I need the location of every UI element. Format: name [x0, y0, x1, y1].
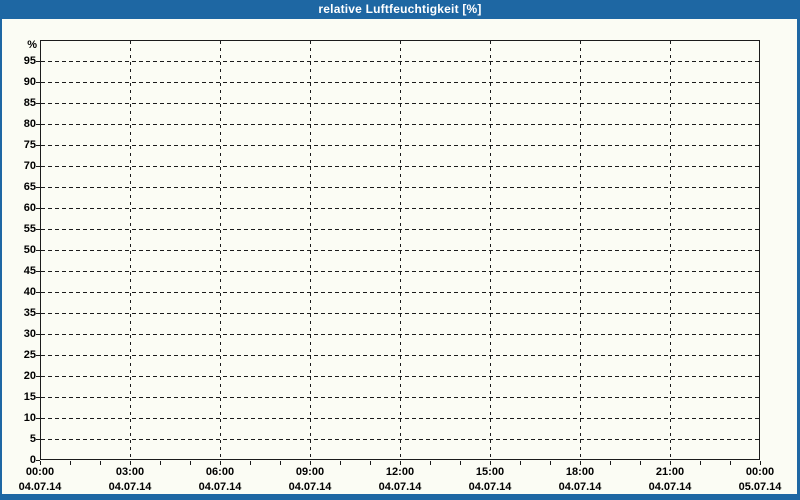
y-axis-unit-label: % [9, 39, 37, 51]
x-axis-tick [370, 461, 371, 465]
x-axis-tick [670, 461, 671, 465]
y-tick-label: 25 [8, 349, 36, 361]
y-axis-tick [36, 292, 40, 293]
y-axis-tick [36, 439, 40, 440]
x-time-label: 03:00 [108, 466, 152, 478]
v-gridline [220, 41, 221, 459]
x-axis-tick [220, 461, 221, 465]
x-axis-tick [100, 461, 101, 465]
y-tick-label: 0 [8, 454, 36, 466]
y-tick-label: 95 [8, 55, 36, 67]
x-time-label: 21:00 [648, 466, 692, 478]
x-axis-tick [280, 461, 281, 465]
v-gridline [400, 41, 401, 459]
v-gridline [580, 41, 581, 459]
x-axis-tick [460, 461, 461, 465]
x-time-label: 12:00 [378, 466, 422, 478]
x-axis-tick [250, 461, 251, 465]
x-time-label: 06:00 [198, 466, 242, 478]
x-date-label: 04.07.14 [460, 481, 520, 493]
x-date-label: 04.07.14 [280, 481, 340, 493]
frame-border-bottom [0, 494, 800, 500]
x-axis-tick [550, 461, 551, 465]
window-title: relative Luftfeuchtigkeit [%] [318, 2, 481, 16]
y-tick-label: 20 [8, 370, 36, 382]
y-tick-label: 45 [8, 265, 36, 277]
y-tick-label: 5 [8, 433, 36, 445]
x-axis-tick [580, 461, 581, 465]
y-tick-label: 80 [8, 118, 36, 130]
y-axis-tick [36, 145, 40, 146]
y-tick-label: 40 [8, 286, 36, 298]
y-tick-label: 55 [8, 223, 36, 235]
window-title-bar: relative Luftfeuchtigkeit [%] [0, 0, 800, 19]
y-axis-tick [36, 61, 40, 62]
x-axis-tick [610, 461, 611, 465]
x-time-label: 18:00 [558, 466, 602, 478]
x-axis-tick [700, 461, 701, 465]
y-tick-label: 70 [8, 160, 36, 172]
x-axis-tick [130, 461, 131, 465]
y-axis-tick [36, 418, 40, 419]
y-axis-tick [36, 82, 40, 83]
x-axis-tick [40, 461, 41, 465]
chart-window: relative Luftfeuchtigkeit [%] 0 5 10 15 20 25… [0, 0, 800, 500]
y-tick-label: 35 [8, 307, 36, 319]
y-tick-label: 85 [8, 97, 36, 109]
y-axis-tick [36, 376, 40, 377]
v-gridline [310, 41, 311, 459]
x-time-label: 00:00 [738, 466, 782, 478]
y-tick-label: 60 [8, 202, 36, 214]
x-axis-tick [730, 461, 731, 465]
x-date-label: 04.07.14 [100, 481, 160, 493]
y-axis-tick [36, 397, 40, 398]
x-axis-tick [190, 461, 191, 465]
y-axis-tick [36, 334, 40, 335]
x-time-label: 09:00 [288, 466, 332, 478]
x-time-label: 00:00 [18, 466, 62, 478]
y-axis-tick [36, 313, 40, 314]
y-axis-tick [36, 229, 40, 230]
x-axis-tick [760, 461, 761, 465]
x-time-label: 15:00 [468, 466, 512, 478]
y-axis-tick [36, 271, 40, 272]
x-date-label: 04.07.14 [640, 481, 700, 493]
x-date-label: 04.07.14 [370, 481, 430, 493]
x-date-label: 04.07.14 [550, 481, 610, 493]
y-tick-label: 90 [8, 76, 36, 88]
v-gridline [130, 41, 131, 459]
x-date-label: 04.07.14 [10, 481, 70, 493]
v-gridline [490, 41, 491, 459]
y-axis-tick [36, 355, 40, 356]
y-axis-tick [36, 208, 40, 209]
y-tick-label: 30 [8, 328, 36, 340]
x-axis-tick [70, 461, 71, 465]
x-axis-tick [520, 461, 521, 465]
y-tick-label: 50 [8, 244, 36, 256]
x-date-label: 05.07.14 [730, 481, 790, 493]
y-tick-label: 75 [8, 139, 36, 151]
x-axis-tick [490, 461, 491, 465]
y-axis-tick [36, 166, 40, 167]
x-axis-tick [310, 461, 311, 465]
x-date-label: 04.07.14 [190, 481, 250, 493]
y-axis-tick [36, 250, 40, 251]
y-tick-label: 65 [8, 181, 36, 193]
x-axis-tick [340, 461, 341, 465]
x-axis-tick [400, 461, 401, 465]
v-gridline [670, 41, 671, 459]
frame-border-left [0, 19, 2, 500]
y-axis-tick [36, 103, 40, 104]
y-tick-label: 10 [8, 412, 36, 424]
x-axis-tick [430, 461, 431, 465]
y-axis-tick [36, 124, 40, 125]
x-axis-tick [160, 461, 161, 465]
x-axis-tick [640, 461, 641, 465]
y-axis-tick [36, 187, 40, 188]
y-tick-label: 15 [8, 391, 36, 403]
